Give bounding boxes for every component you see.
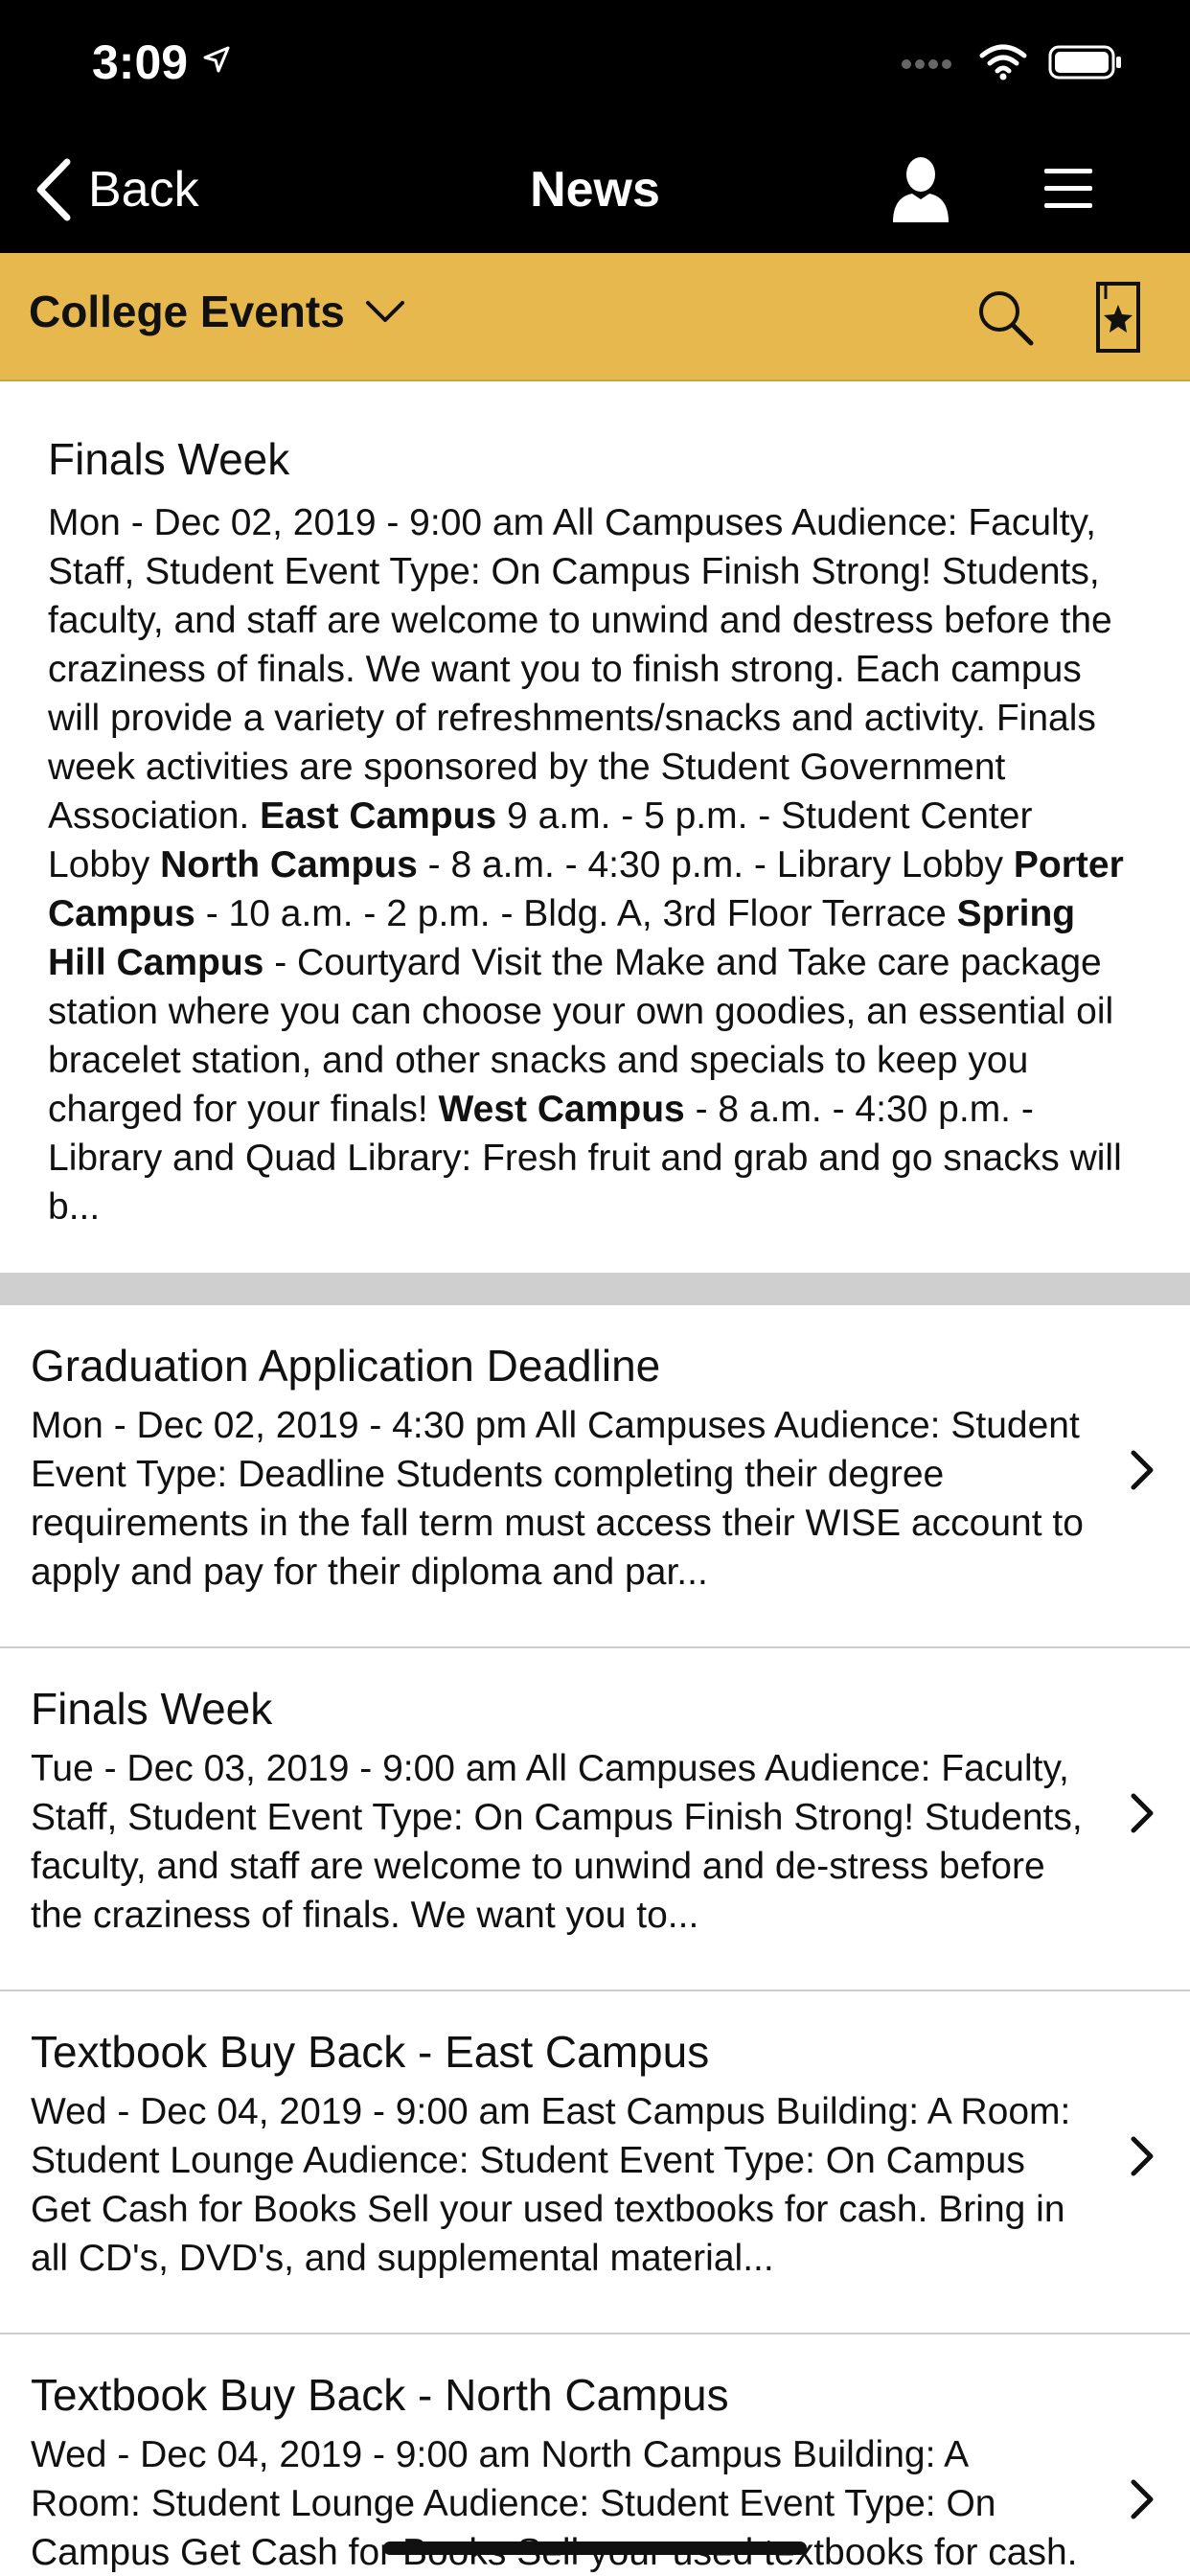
featured-title: Finals Week <box>48 434 290 484</box>
news-item-snippet: Mon - Dec 02, 2019 - 4:30 pm All Campuse… <box>31 1405 1084 1593</box>
nav-bar: Back News <box>0 126 1190 253</box>
status-icons <box>901 44 1123 80</box>
user-button[interactable] <box>891 155 950 224</box>
bookmarks-button[interactable] <box>1094 280 1142 355</box>
battery-icon <box>1048 45 1121 80</box>
filter-bar: College Events <box>0 253 1190 381</box>
body-text: - 10 a.m. - 2 p.m. - Bldg. A, 3rd Floor … <box>195 893 957 934</box>
page-title: News <box>530 162 660 218</box>
news-item-title: Textbook Buy Back - North Campus <box>31 2370 729 2420</box>
hamburger-menu-icon <box>1044 169 1092 208</box>
bookmark-star-icon <box>1096 282 1140 353</box>
menu-button[interactable] <box>1042 163 1094 215</box>
featured-body: Mon - Dec 02, 2019 - 9:00 am All Campuse… <box>48 498 1142 1231</box>
news-item-snippet: Wed - Dec 04, 2019 - 9:00 am East Campus… <box>31 2091 1071 2279</box>
news-item-title: Textbook Buy Back - East Campus <box>31 2027 710 2077</box>
chevron-right-icon <box>1131 2479 1154 2519</box>
search-button[interactable] <box>973 286 1037 349</box>
search-icon <box>979 291 1034 346</box>
news-item-graduation-deadline[interactable]: Graduation Application Deadline Mon - De… <box>0 1305 1190 1648</box>
news-item-title: Graduation Application Deadline <box>31 1341 661 1391</box>
section-separator <box>0 1273 1190 1305</box>
news-item-title: Finals Week <box>31 1684 273 1734</box>
user-icon <box>893 157 949 222</box>
body-text: - 8 a.m. - 4:30 p.m. - Library Lobby <box>417 844 1014 886</box>
chevron-right-icon <box>1131 1793 1154 1833</box>
news-item-buyback-east[interactable]: Textbook Buy Back - East Campus Wed - De… <box>0 1991 1190 2334</box>
campus-name: North Campus <box>160 844 418 886</box>
chevron-right-icon <box>1131 2136 1154 2176</box>
location-arrow-icon <box>203 46 230 73</box>
chevron-right-icon <box>1131 1450 1154 1490</box>
category-select[interactable]: College Events <box>29 286 406 337</box>
chevron-down-icon <box>365 301 404 322</box>
signal-icon <box>902 59 951 69</box>
news-item-buyback-north[interactable]: Textbook Buy Back - North Campus Wed - D… <box>0 2334 1190 2576</box>
campus-name: West Campus <box>438 1089 685 1130</box>
category-label: College Events <box>29 287 345 336</box>
news-list: Graduation Application Deadline Mon - De… <box>0 1305 1190 2576</box>
campus-name: East Cam­pus <box>260 795 497 837</box>
featured-article[interactable]: Finals Week Mon - Dec 02, 2019 - 9:00 am… <box>0 381 1190 1273</box>
news-item-snippet: Tue - Dec 03, 2019 - 9:00 am All Campuse… <box>31 1748 1083 1936</box>
status-time: 3:09 <box>92 34 232 90</box>
status-bar: 3:09 <box>0 0 1190 126</box>
home-indicator[interactable] <box>383 2542 807 2555</box>
body-text: Mon - Dec 02, 2019 - 9:00 am All Campuse… <box>48 502 1112 837</box>
news-item-finals-week[interactable]: Finals Week Tue - Dec 03, 2019 - 9:00 am… <box>0 1648 1190 1991</box>
wifi-icon <box>979 44 1027 80</box>
